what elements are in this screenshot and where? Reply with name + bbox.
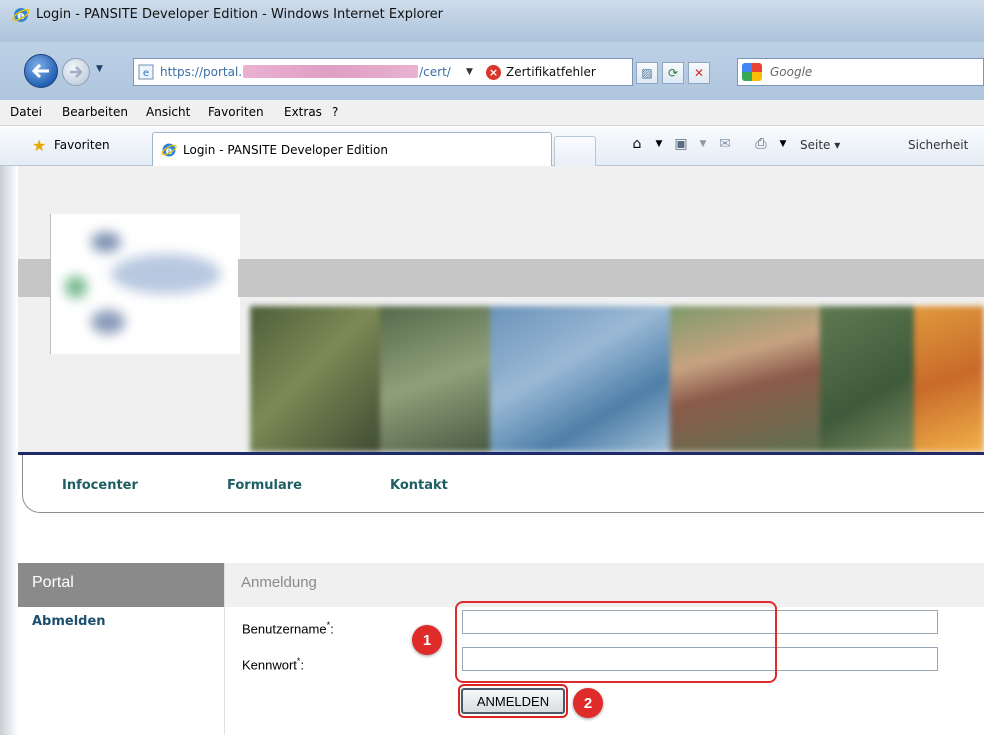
required-marker: * xyxy=(296,656,301,666)
history-dropdown-icon[interactable]: ▼ xyxy=(96,64,103,74)
required-marker: * xyxy=(326,620,331,630)
menu-bearbeiten[interactable]: Bearbeiten xyxy=(62,105,128,119)
login-heading: Anmeldung xyxy=(241,574,317,591)
svg-text:e: e xyxy=(143,68,149,79)
tab-title: Login - PANSITE Developer Edition xyxy=(183,143,388,157)
safety-menu[interactable]: Sicherheit xyxy=(908,138,968,152)
navigation-bar: ▼ e https://portal./cert/ ▼ × Zertifikat… xyxy=(0,42,984,100)
url-text: https://portal./cert/ xyxy=(160,65,451,79)
new-tab-button[interactable] xyxy=(554,136,596,166)
tab-login[interactable]: e Login - PANSITE Developer Edition xyxy=(152,132,552,166)
header-stripe-left xyxy=(18,259,50,297)
nav-formulare[interactable]: Formulare xyxy=(227,478,302,493)
window-titlebar: e Login - PANSITE Developer Edition - Wi… xyxy=(0,0,984,42)
address-bar[interactable]: e https://portal./cert/ ▼ × Zertifikatfe… xyxy=(133,58,633,86)
internet-explorer-icon: e xyxy=(161,143,177,157)
favorites-bar: ★ Favoriten e Login - PANSITE Developer … xyxy=(0,126,984,166)
mail-icon[interactable]: ✉ xyxy=(716,135,734,153)
favorites-button[interactable]: Favoriten xyxy=(54,138,110,152)
url-redacted xyxy=(243,65,419,78)
favorites-star-icon[interactable]: ★ xyxy=(32,136,46,155)
annotation-step-1: 1 xyxy=(412,625,442,655)
address-dropdown-icon[interactable]: ▼ xyxy=(466,67,473,77)
search-box[interactable]: Google xyxy=(737,58,984,86)
google-icon xyxy=(742,63,762,81)
menu-extras[interactable]: Extras xyxy=(284,105,322,119)
window-title: Login - PANSITE Developer Edition - Wind… xyxy=(36,7,443,22)
username-label: Benutzername*: xyxy=(242,620,334,637)
print-icon[interactable]: ⎙ xyxy=(752,135,770,153)
menu-datei[interactable]: Datei xyxy=(10,105,42,119)
password-label: Kennwort*: xyxy=(242,656,305,673)
back-button[interactable] xyxy=(24,54,58,88)
page-menu[interactable]: Seite ▾ xyxy=(800,138,840,152)
forward-button[interactable] xyxy=(62,58,90,86)
menu-bar: Datei Bearbeiten Ansicht Favoriten Extra… xyxy=(0,100,984,126)
certificate-error-label[interactable]: Zertifikatfehler xyxy=(506,65,596,79)
nav-kontakt[interactable]: Kontakt xyxy=(390,478,448,493)
feeds-icon[interactable]: ▣ xyxy=(672,135,690,153)
menu-help[interactable]: ? xyxy=(332,105,338,119)
feeds-dropdown-icon[interactable]: ▼ xyxy=(694,135,712,153)
refresh-icon: ⟳ xyxy=(667,66,679,80)
home-dropdown-icon[interactable]: ▼ xyxy=(650,135,668,153)
compatibility-icon: ▨ xyxy=(641,66,653,80)
stop-button[interactable]: ✕ xyxy=(688,62,710,84)
refresh-button[interactable]: ⟳ xyxy=(662,62,684,84)
annotation-highlight-fields xyxy=(455,601,777,683)
menu-ansicht[interactable]: Ansicht xyxy=(146,105,190,119)
web-page: Infocenter Formulare Kontakt Portal Abme… xyxy=(0,166,984,735)
arrow-left-icon xyxy=(32,64,49,78)
annotation-highlight-button xyxy=(458,684,568,718)
home-icon[interactable]: ⌂ xyxy=(628,135,646,153)
certificate-error-icon[interactable]: × xyxy=(486,65,501,80)
annotation-step-2: 2 xyxy=(573,688,603,718)
sidebar-header: Portal xyxy=(18,563,224,607)
nav-infocenter[interactable]: Infocenter xyxy=(62,478,138,493)
internet-explorer-icon: e xyxy=(12,8,30,22)
page-edge-shadow xyxy=(0,166,18,735)
arrow-right-icon xyxy=(70,66,83,78)
search-placeholder: Google xyxy=(770,65,813,79)
sidebar-link-abmelden[interactable]: Abmelden xyxy=(32,614,106,629)
header-banner-image xyxy=(250,306,984,452)
menu-favoriten[interactable]: Favoriten xyxy=(208,105,264,119)
print-dropdown-icon[interactable]: ▼ xyxy=(774,135,792,153)
page-icon: e xyxy=(138,64,154,80)
sidebar-title: Portal xyxy=(32,574,74,591)
site-logo xyxy=(50,214,240,354)
stop-icon: ✕ xyxy=(693,66,705,80)
site-navigation xyxy=(22,455,984,513)
compatibility-view-button[interactable]: ▨ xyxy=(636,62,658,84)
header-stripe xyxy=(238,259,984,297)
